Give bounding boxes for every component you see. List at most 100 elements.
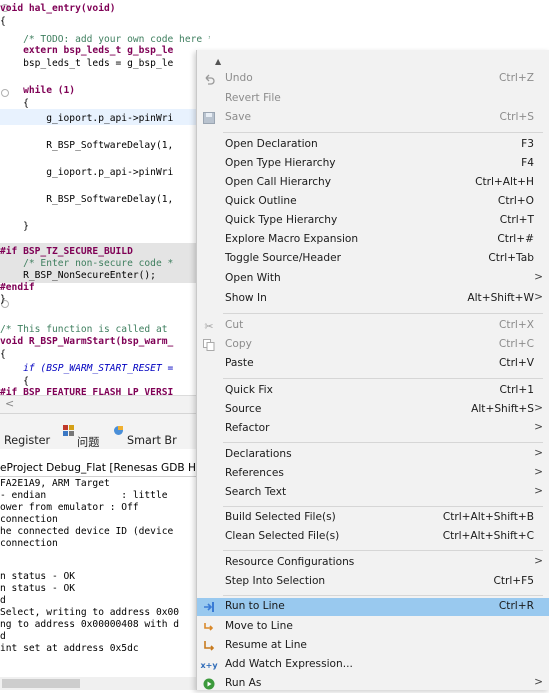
console-line: n status - OK [0, 571, 76, 582]
console-line: int set at address 0x5dc [0, 643, 139, 654]
menu-item-label: Move to Line [225, 620, 293, 632]
menu-item-label: Quick Fix [225, 384, 273, 396]
code-line: } [0, 294, 6, 305]
submenu-arrow-icon: > [534, 447, 543, 459]
code-token: void hal_entry(void) [0, 3, 116, 14]
menu-item-label: Source [225, 403, 262, 415]
menu-item-copy[interactable]: Copy Ctrl+C [197, 336, 549, 354]
menu-item-label: Add Watch Expression... [225, 658, 353, 670]
menu-item-explore-macro-expansion[interactable]: Explore Macro Expansion Ctrl+# [197, 231, 549, 249]
code-line: g_ioport.p_api->pinWri [0, 167, 174, 178]
menu-item-label: Open Call Hierarchy [225, 176, 332, 188]
menu-item-label: Step Into Selection [225, 575, 326, 587]
menu-item-open-with[interactable]: Open With > [197, 270, 549, 288]
menu-item-label: Undo [225, 72, 253, 84]
menu-item-shortcut: Ctrl+V [499, 357, 534, 369]
menu-item-save[interactable]: Save Ctrl+S [197, 109, 549, 127]
code-line: while (1) [0, 84, 75, 97]
menu-item-label: Paste [225, 357, 254, 369]
submenu-arrow-icon: > [534, 555, 543, 567]
code-token: void R_BSP_WarmStart(bsp_warm_ [0, 336, 174, 347]
watch-expression-icon: x+y [200, 660, 218, 670]
menu-item-search-text[interactable]: Search Text > [197, 484, 549, 502]
menu-item-resume-at-line[interactable]: Resume at Line [197, 637, 549, 655]
menu-item-paste[interactable]: Paste Ctrl+V [197, 355, 549, 373]
console-horizontal-scrollbar[interactable] [0, 677, 210, 690]
menu-item-open-type-hierarchy[interactable]: Open Type Hierarchy F4 [197, 155, 549, 173]
menu-item-open-declaration[interactable]: Open Declaration F3 [197, 136, 549, 154]
menu-item-shortcut: Alt+Shift+W [467, 292, 534, 304]
menu-separator [223, 550, 543, 551]
menu-item-label: Resource Configurations [225, 556, 355, 568]
menu-item-refactor[interactable]: Refactor > [197, 420, 549, 438]
menu-item-label: Run As [225, 677, 262, 689]
resume-at-line-icon [202, 639, 216, 653]
menu-item-cut[interactable]: ✂ Cut Ctrl+X [197, 317, 549, 335]
cut-icon: ✂ [204, 319, 214, 333]
run-to-line-icon [202, 600, 216, 614]
menu-item-open-call-hierarchy[interactable]: Open Call Hierarchy Ctrl+Alt+H [197, 174, 549, 192]
menu-item-add-watch-expression[interactable]: x+y Add Watch Expression... [197, 656, 549, 674]
console-view[interactable]: eProject Debug_Flat [Renesas GDB Ha FA2E… [0, 449, 210, 690]
menu-item-step-into-selection[interactable]: Step Into Selection Ctrl+F5 [197, 573, 549, 591]
menu-item-build-selected-files[interactable]: Build Selected File(s) Ctrl+Alt+Shift+B [197, 509, 549, 527]
submenu-arrow-icon: > [534, 421, 543, 433]
code-line: { [0, 349, 6, 360]
menu-item-label: Quick Type Hierarchy [225, 214, 338, 226]
code-line: { [0, 98, 29, 109]
menu-scroll-up-icon[interactable]: ▲ [215, 57, 221, 66]
menu-item-revert-file[interactable]: Revert File [197, 90, 549, 108]
save-icon [202, 111, 216, 125]
menu-item-show-in[interactable]: Show In Alt+Shift+W > [197, 290, 549, 308]
menu-item-clean-selected-files[interactable]: Clean Selected File(s) Ctrl+Alt+Shift+C [197, 528, 549, 546]
code-line: extern bsp_leds_t g_bsp_le [0, 44, 173, 57]
code-token: if (BSP_WARM_START_RESET = [0, 363, 174, 374]
menu-item-quick-type-hierarchy[interactable]: Quick Type Hierarchy Ctrl+T [197, 212, 549, 230]
menu-item-undo[interactable]: Undo Ctrl+Z [197, 70, 549, 88]
tab-smart-browser[interactable]: Smart Br [113, 424, 177, 447]
menu-item-label: Quick Outline [225, 195, 297, 207]
menu-item-label: Declarations [225, 448, 292, 460]
menu-item-source[interactable]: Source Alt+Shift+S > [197, 401, 549, 419]
code-line: #if BSP_FEATURE_FLASH_LP_VERSI [0, 386, 173, 395]
menu-item-quick-fix[interactable]: Quick Fix Ctrl+1 [197, 382, 549, 400]
code-line: void hal_entry(void) [0, 2, 116, 15]
menu-item-shortcut: Ctrl+S [499, 111, 534, 123]
menu-item-references[interactable]: References > [197, 465, 549, 483]
menu-item-shortcut: Ctrl+F5 [493, 575, 534, 587]
menu-item-label: Refactor [225, 422, 270, 434]
run-icon [202, 677, 216, 691]
code-editor[interactable]: void hal_entry(void) { /* TODO: add your… [0, 0, 210, 395]
menu-item-run-as[interactable]: Run As > [197, 675, 549, 693]
menu-item-run-to-line[interactable]: Run to Line Ctrl+R [197, 598, 549, 616]
menu-item-label: References [225, 467, 284, 479]
scroll-left-icon[interactable]: < [5, 397, 14, 410]
menu-item-shortcut: Ctrl+Alt+H [475, 176, 534, 188]
console-line: Select, writing to address 0x00 [0, 607, 180, 618]
scrollbar-thumb[interactable] [2, 679, 80, 688]
code-line: R_BSP_SoftwareDelay(1, [0, 140, 174, 151]
menu-item-label: Clean Selected File(s) [225, 530, 340, 542]
divider [0, 476, 210, 477]
menu-item-resource-configurations[interactable]: Resource Configurations > [197, 554, 549, 572]
menu-item-label: Show In [225, 292, 267, 304]
menu-item-declarations[interactable]: Declarations > [197, 446, 549, 464]
editor-horizontal-scrollbar[interactable]: < [0, 395, 210, 414]
menu-item-shortcut: F4 [521, 157, 534, 169]
code-token: #endif [0, 282, 35, 293]
menu-item-quick-outline[interactable]: Quick Outline Ctrl+O [197, 193, 549, 211]
console-title: eProject Debug_Flat [Renesas GDB Ha [0, 462, 203, 474]
code-line: } [0, 221, 29, 232]
tab-problems[interactable]: 问题 [63, 424, 99, 449]
menu-item-label: Open With [225, 272, 281, 284]
menu-separator [223, 378, 543, 379]
menu-separator [223, 313, 543, 314]
menu-item-label: Toggle Source/Header [225, 252, 341, 264]
menu-item-move-to-line[interactable]: Move to Line [197, 618, 549, 636]
menu-item-label: Revert File [225, 92, 281, 104]
code-line: void R_BSP_WarmStart(bsp_warm_ [0, 335, 173, 348]
menu-item-toggle-source-header[interactable]: Toggle Source/Header Ctrl+Tab [197, 250, 549, 268]
code-token: #if BSP_FEATURE_FLASH_LP_VERSI [0, 387, 174, 395]
console-line: FA2E1A9, ARM Target [0, 478, 110, 489]
views-tab-bar: Register 问题 Smart Br [0, 413, 210, 451]
